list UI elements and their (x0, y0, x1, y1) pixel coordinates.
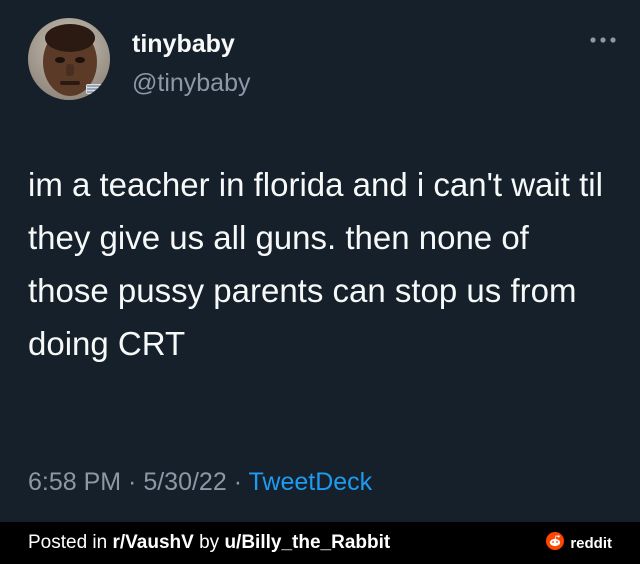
tweet-source-link[interactable]: TweetDeck (249, 468, 373, 496)
reddit-logo-icon (546, 531, 565, 555)
more-horizontal-icon[interactable] (586, 30, 620, 50)
display-name[interactable]: tinybaby (132, 30, 235, 59)
reddit-brand[interactable]: reddit (546, 531, 612, 555)
posted-by: by (193, 532, 225, 553)
reddit-wordmark: reddit (570, 534, 612, 552)
separator-dot: · (226, 468, 249, 496)
username-handle[interactable]: @tinybaby (132, 69, 251, 98)
posted-in-text: Posted in r/VaushV by u/Billy_the_Rabbit (28, 532, 390, 554)
posted-prefix: Posted in (28, 532, 113, 553)
tweet-time[interactable]: 6:58 PM (28, 468, 121, 496)
tweet-text: im a teacher in florida and i can't wait… (28, 166, 603, 362)
tweet-card: tinybaby @tinybaby im a teacher in flori… (0, 0, 640, 522)
user-link[interactable]: u/Billy_the_Rabbit (224, 532, 390, 553)
avatar[interactable] (28, 18, 110, 100)
tweet-date[interactable]: 5/30/22 (143, 468, 226, 496)
reddit-attribution-bar: Posted in r/VaushV by u/Billy_the_Rabbit… (0, 522, 640, 564)
separator-dot: · (121, 468, 144, 496)
tweet-metadata: 6:58 PM · 5/30/22 · TweetDeck (28, 468, 372, 497)
subreddit-link[interactable]: r/VaushV (113, 532, 194, 553)
